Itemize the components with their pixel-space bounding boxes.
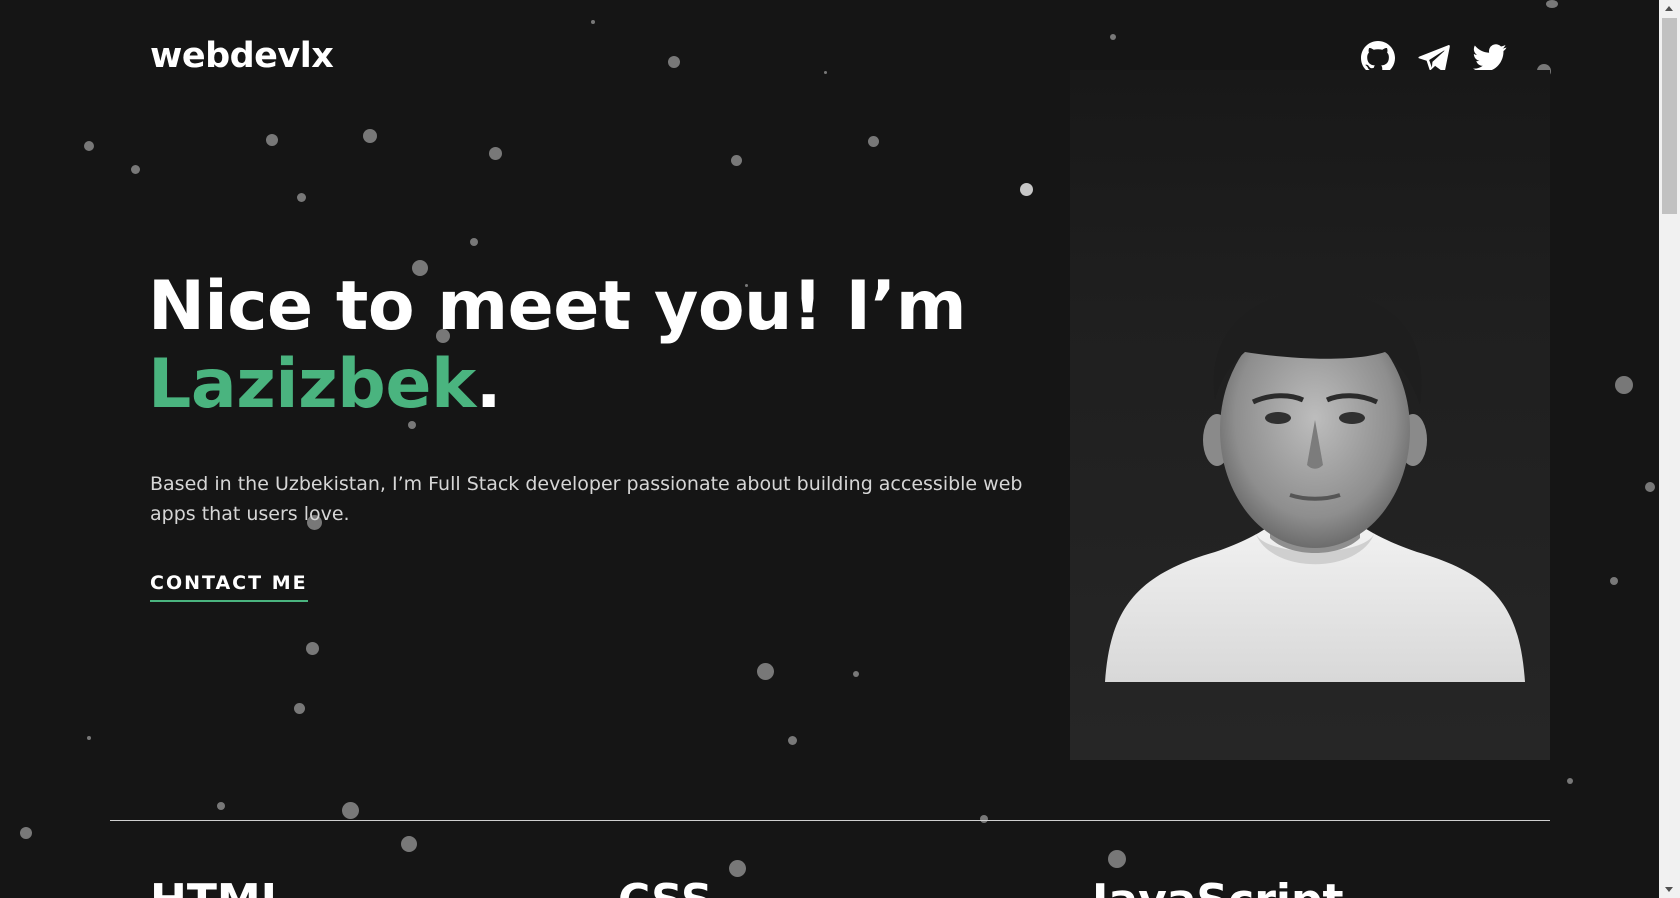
profile-photo-panel	[1070, 70, 1550, 760]
skill-css: CSS	[618, 876, 713, 898]
hero-name-period: .	[475, 345, 502, 424]
skill-javascript: JavaScript	[1092, 876, 1344, 898]
hero-title: Nice to meet you! I’m Lazizbek.	[148, 267, 967, 424]
skill-html: HTML	[150, 876, 289, 898]
portfolio-page: webdevlx Nice to meet you! I’m Lazizbek.…	[0, 0, 1680, 898]
hero-title-line1: Nice to meet you! I’m	[148, 267, 967, 346]
site-logo[interactable]: webdevlx	[150, 36, 334, 76]
contact-me-link[interactable]: CONTACT ME	[150, 572, 308, 602]
scroll-up-arrow-icon[interactable]	[1665, 6, 1673, 11]
hero-intro: Based in the Uzbekistan, I’m Full Stack …	[150, 473, 1023, 525]
profile-photo	[1105, 291, 1525, 682]
scrollbar-thumb[interactable]	[1662, 18, 1677, 214]
page-scrollbar[interactable]	[1659, 0, 1680, 898]
hero-name: Lazizbek	[148, 345, 476, 424]
scroll-down-arrow-icon[interactable]	[1665, 887, 1673, 892]
section-divider	[110, 820, 1550, 821]
